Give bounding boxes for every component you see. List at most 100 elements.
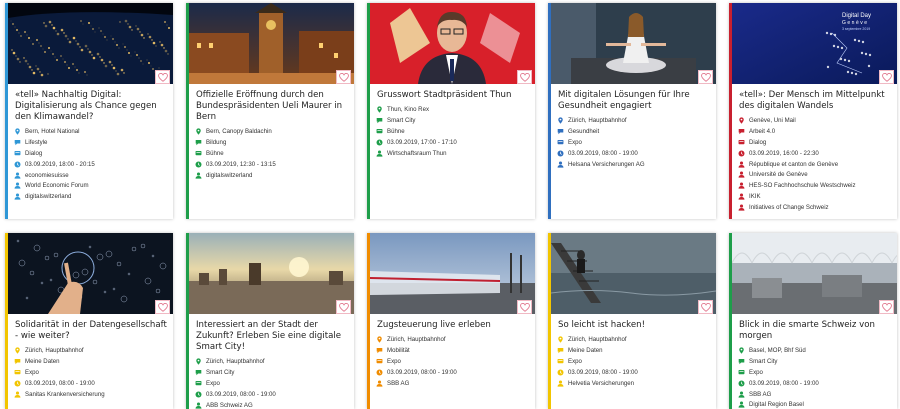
event-detail-text: 03.09.2019, 17:00 - 17:10	[387, 138, 457, 146]
category-icon	[738, 358, 745, 365]
favorite-heart-icon[interactable]	[698, 300, 713, 314]
event-title[interactable]: «tell»: Der Mensch im Mittelpunkt des di…	[739, 90, 891, 112]
event-card[interactable]: Blick in die smarte Schweiz von morgen Ba…	[729, 233, 897, 409]
favorite-heart-icon[interactable]	[879, 300, 894, 314]
event-detail-text: IKIK	[749, 193, 761, 201]
event-title[interactable]: Interessiert an der Stadt der Zukunft? E…	[196, 320, 348, 353]
event-detail-row: digitalswitzerland	[195, 170, 350, 181]
favorite-heart-icon[interactable]	[336, 300, 351, 314]
event-card[interactable]: So leicht ist hacken! Zürich, Hauptbahnho…	[548, 233, 716, 409]
favorite-heart-icon[interactable]	[517, 70, 532, 84]
event-detail-row: 03.09.2019, 18:00 - 20:15	[14, 159, 169, 170]
event-detail-text: Mobilität	[387, 346, 410, 354]
event-detail-text: Smart City	[206, 368, 235, 376]
event-detail-row: Wirtschaftsraum Thun	[376, 148, 531, 159]
event-detail-text: HES-SO Fachhochschule Westschweiz	[749, 182, 856, 190]
event-detail-row: Gesundheit	[557, 126, 712, 137]
location-pin-icon	[557, 117, 564, 124]
event-detail-row: 03.09.2019, 08:00 - 19:00	[557, 367, 712, 378]
format-icon	[557, 139, 564, 146]
event-detail-text: Université de Genève	[749, 171, 808, 179]
event-detail-text: Initiatives of Change Schweiz	[749, 204, 829, 212]
event-image[interactable]	[189, 3, 354, 84]
event-detail-row: Basel, MOP, Bhf Süd	[738, 345, 893, 356]
event-title[interactable]: Zugsteuerung live erleben	[377, 320, 529, 331]
event-detail-row: Smart City	[738, 356, 893, 367]
event-title[interactable]: Grusswort Stadtpräsident Thun	[377, 90, 529, 101]
event-card[interactable]: «tell» Nachhaltig Digital: Digitalisieru…	[5, 3, 173, 219]
event-image[interactable]	[370, 3, 535, 84]
event-title[interactable]: Offizielle Eröffnung durch den Bundesprä…	[196, 90, 348, 123]
event-image[interactable]	[189, 233, 354, 314]
favorite-heart-icon[interactable]	[155, 300, 170, 314]
clock-icon	[195, 161, 202, 168]
event-detail-row: Bühne	[376, 126, 531, 137]
event-detail-text: Sanitas Krankenversicherung	[25, 390, 105, 398]
event-detail-row: 03.09.2019, 16:00 - 22:30	[738, 148, 893, 159]
event-detail-text: Helvetia Versicherungen	[568, 379, 635, 387]
event-detail-text: Thun, Kino Rex	[387, 105, 430, 113]
location-pin-icon	[14, 347, 21, 354]
format-icon	[14, 369, 21, 376]
event-detail-row: Meine Daten	[557, 345, 712, 356]
event-detail-text: 03.09.2019, 08:00 - 19:00	[749, 379, 819, 387]
event-image[interactable]	[551, 233, 716, 314]
event-image[interactable]	[8, 233, 173, 314]
event-detail-text: Meine Daten	[25, 357, 60, 365]
format-icon	[195, 380, 202, 387]
event-detail-text: Dialog	[749, 138, 767, 146]
favorite-heart-icon[interactable]	[336, 70, 351, 84]
event-image[interactable]	[370, 233, 535, 314]
event-detail-row: Meine Daten	[14, 356, 169, 367]
event-card[interactable]: Solidarität in der Datengesellschaft - w…	[5, 233, 173, 409]
event-title[interactable]: Mit digitalen Lösungen für Ihre Gesundhe…	[558, 90, 710, 112]
favorite-heart-icon[interactable]	[155, 70, 170, 84]
event-detail-row: 03.09.2019, 17:00 - 17:10	[376, 137, 531, 148]
format-icon	[738, 139, 745, 146]
event-card[interactable]: Digital Day Genève 3 septembre 2019 «tell…	[729, 3, 897, 219]
format-icon	[195, 150, 202, 157]
event-detail-text: Wirtschaftsraum Thun	[387, 149, 447, 157]
format-icon	[738, 369, 745, 376]
event-title[interactable]: So leicht ist hacken!	[558, 320, 710, 331]
event-detail-row: Bern, Canopy Baldachin	[195, 126, 350, 137]
location-pin-icon	[14, 128, 21, 135]
category-icon	[557, 128, 564, 135]
event-detail-row: Zürich, Hauptbahnhof	[557, 334, 712, 345]
event-details: Zürich, Hauptbahnhof Mobilität Expo 03.09.2…	[376, 334, 531, 388]
event-detail-text: World Economic Forum	[25, 182, 89, 190]
event-detail-text: Genève, Uni Mail	[749, 116, 796, 124]
event-image[interactable]	[8, 3, 173, 84]
event-image[interactable]	[732, 233, 897, 314]
favorite-heart-icon[interactable]	[879, 70, 894, 84]
favorite-heart-icon[interactable]	[517, 300, 532, 314]
event-detail-text: 03.09.2019, 08:00 - 19:00	[568, 149, 638, 157]
event-title[interactable]: «tell» Nachhaltig Digital: Digitalisieru…	[15, 90, 167, 123]
event-detail-text: Smart City	[749, 357, 778, 365]
clock-icon	[195, 391, 202, 398]
location-pin-icon	[557, 336, 564, 343]
event-title[interactable]: Solidarität in der Datengesellschaft - w…	[15, 320, 167, 342]
event-card[interactable]: Mit digitalen Lösungen für Ihre Gesundhe…	[548, 3, 716, 219]
event-detail-row: economiesuisse	[14, 170, 169, 181]
event-card[interactable]: Offizielle Eröffnung durch den Bundesprä…	[186, 3, 354, 219]
favorite-heart-icon[interactable]	[698, 70, 713, 84]
event-detail-row: 03.09.2019, 08:00 - 19:00	[14, 378, 169, 389]
event-title[interactable]: Blick in die smarte Schweiz von morgen	[739, 320, 891, 342]
clock-icon	[738, 150, 745, 157]
event-card[interactable]: Zugsteuerung live erleben Zürich, Hauptba…	[367, 233, 535, 409]
event-detail-text: Bern, Canopy Baldachin	[206, 127, 272, 135]
event-image[interactable]	[551, 3, 716, 84]
event-card[interactable]: Interessiert an der Stadt der Zukunft? E…	[186, 233, 354, 409]
event-details: Thun, Kino Rex Smart City Bühne 03.09.2019,…	[376, 104, 531, 158]
organizer-icon	[738, 391, 745, 398]
clock-icon	[557, 369, 564, 376]
location-pin-icon	[195, 358, 202, 365]
event-detail-row: 03.09.2019, 08:00 - 19:00	[557, 148, 712, 159]
event-detail-row: 03.09.2019, 08:00 - 19:00	[195, 389, 350, 400]
event-image[interactable]: Digital Day Genève 3 septembre 2019	[732, 3, 897, 84]
event-details: Zürich, Hauptbahnhof Gesundheit Expo 03.09.…	[557, 115, 712, 169]
event-detail-row: World Economic Forum	[14, 180, 169, 191]
event-card[interactable]: Grusswort Stadtpräsident Thun Thun, Kino …	[367, 3, 535, 219]
organizer-icon	[195, 172, 202, 179]
